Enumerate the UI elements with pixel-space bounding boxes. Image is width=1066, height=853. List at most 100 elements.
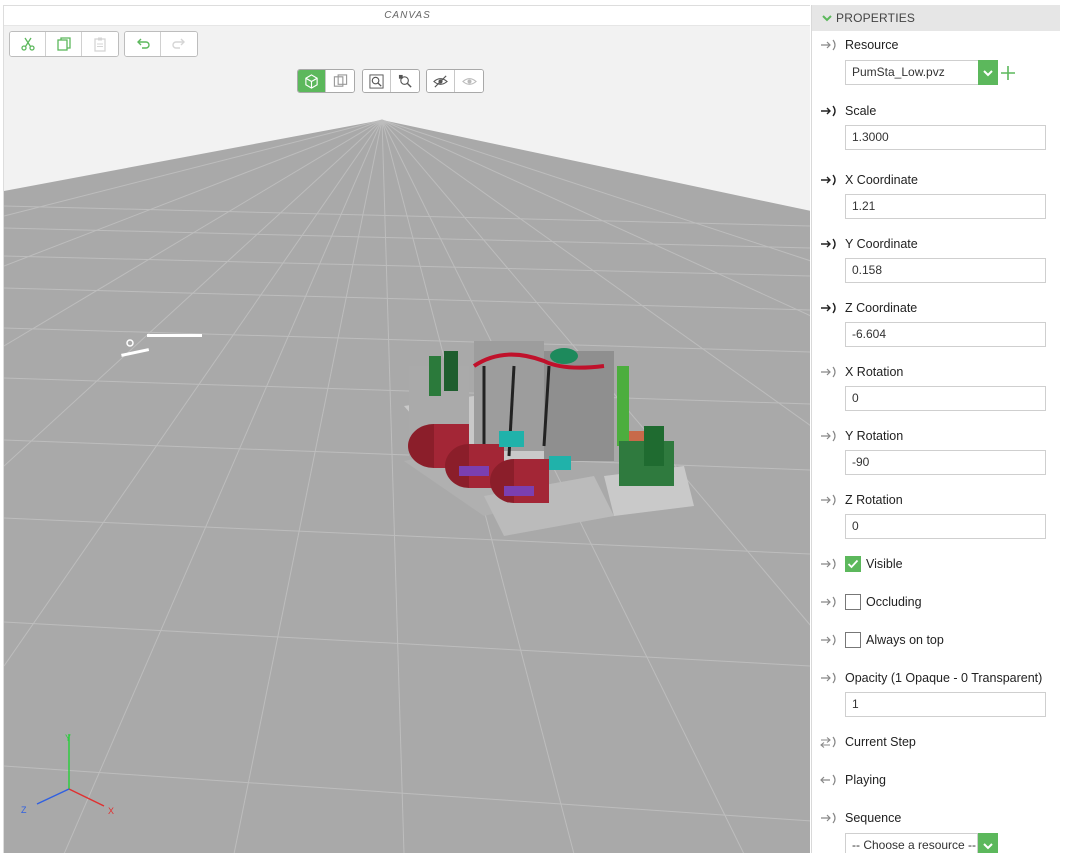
properties-title: PROPERTIES — [836, 11, 916, 25]
properties-panel: PROPERTIES Resource PumSta_Low.pvz Scale… — [811, 5, 1060, 853]
binding-arrow-icon[interactable] — [820, 237, 840, 251]
edit-toolbar — [4, 26, 810, 66]
two-way-binding-icon[interactable] — [820, 735, 840, 749]
x-coordinate-label-row: X Coordinate — [820, 172, 918, 188]
outgoing-binding-icon[interactable] — [820, 773, 840, 787]
resource-label: Resource — [845, 38, 899, 52]
show-icon — [461, 77, 477, 85]
zoom-fit-button[interactable] — [363, 70, 391, 92]
z-coordinate-input[interactable]: -6.604 — [845, 322, 1046, 347]
add-resource-icon[interactable] — [1000, 65, 1016, 81]
z-coordinate-label: Z Coordinate — [845, 301, 918, 315]
visibility-group — [426, 69, 484, 93]
axis-z-label: Z — [21, 805, 27, 815]
binding-arrow-icon[interactable] — [820, 301, 840, 315]
opacity-label: Opacity (1 Opaque - 0 Transparent) — [845, 671, 1043, 685]
show-button[interactable] — [455, 70, 483, 92]
zoom-selected-icon — [398, 74, 412, 88]
chevron-down-icon — [983, 69, 993, 76]
binding-arrow-icon[interactable] — [820, 557, 840, 571]
playing-label: Playing — [845, 773, 886, 787]
2d-view-icon — [333, 73, 347, 87]
z-rotation-input[interactable]: 0 — [845, 514, 1046, 539]
resource-select[interactable]: PumSta_Low.pvz — [845, 60, 998, 85]
canvas-panel: CANVAS Y X Z — [3, 5, 810, 853]
3d-view-button[interactable] — [298, 70, 326, 92]
scale-label: Scale — [845, 104, 877, 118]
binding-arrow-icon[interactable] — [820, 429, 840, 443]
occluding-label: Occluding — [866, 595, 922, 609]
y-coordinate-label: Y Coordinate — [845, 237, 918, 251]
view-mode-group — [297, 69, 355, 93]
sequence-label: Sequence — [845, 811, 902, 825]
canvas-title: CANVAS — [4, 6, 810, 26]
app-root: CANVAS Y X Z PROPERTIES Resource PumSta_… — [0, 0, 1066, 853]
sequence-dropdown-button[interactable] — [978, 833, 998, 853]
binding-arrow-icon[interactable] — [820, 595, 840, 609]
history-group — [124, 31, 198, 57]
axis-x-label: X — [108, 806, 115, 816]
opacity-input[interactable]: 1 — [845, 692, 1046, 717]
y-coordinate-label-row: Y Coordinate — [820, 236, 918, 252]
y-coordinate-input[interactable]: 0.158 — [845, 258, 1046, 283]
3d-viewport[interactable]: Y X Z — [4, 66, 810, 853]
chevron-down-icon — [822, 15, 832, 22]
opacity-label-row: Opacity (1 Opaque - 0 Transparent) — [820, 670, 1042, 686]
binding-arrow-icon[interactable] — [820, 104, 840, 118]
properties-header[interactable]: PROPERTIES — [812, 5, 1060, 31]
x-coordinate-label: X Coordinate — [845, 173, 918, 187]
visible-row: Visible — [820, 556, 903, 572]
scissors-icon — [20, 37, 35, 51]
always-on-top-row: Always on top — [820, 632, 944, 648]
paste-button[interactable] — [82, 32, 118, 56]
3d-view-icon — [305, 73, 318, 89]
visible-checkbox[interactable] — [845, 556, 861, 572]
resource-label-row: Resource — [820, 37, 899, 53]
x-rotation-label-row: X Rotation — [820, 364, 903, 380]
scale-input[interactable]: 1.3000 — [845, 125, 1046, 150]
clipboard-group — [9, 31, 119, 57]
redo-icon — [172, 38, 185, 49]
x-rotation-input[interactable]: 0 — [845, 386, 1046, 411]
undo-icon — [136, 38, 150, 49]
current-step-label: Current Step — [845, 735, 916, 749]
chevron-down-icon — [983, 842, 993, 849]
y-rotation-input[interactable]: -90 — [845, 450, 1046, 475]
current-step-row: Current Step — [820, 734, 916, 750]
2d-view-button[interactable] — [326, 70, 354, 92]
x-coordinate-input[interactable]: 1.21 — [845, 194, 1046, 219]
checkmark-icon — [847, 559, 859, 569]
occluding-row: Occluding — [820, 594, 922, 610]
zoom-selected-button[interactable] — [391, 70, 419, 92]
scene-graphic — [4, 119, 810, 853]
zoom-group — [362, 69, 420, 93]
axis-y-label: Y — [65, 733, 72, 743]
sequence-label-row: Sequence — [820, 810, 901, 826]
binding-arrow-icon[interactable] — [820, 633, 840, 647]
y-rotation-label: Y Rotation — [845, 429, 904, 443]
undo-button[interactable] — [125, 32, 161, 56]
always-on-top-checkbox[interactable] — [845, 632, 861, 648]
copy-button[interactable] — [46, 32, 82, 56]
sequence-select[interactable]: -- Choose a resource -- — [845, 833, 978, 853]
x-rotation-label: X Rotation — [845, 365, 904, 379]
z-coordinate-label-row: Z Coordinate — [820, 300, 917, 316]
binding-arrow-icon[interactable] — [820, 173, 840, 187]
hide-icon — [433, 74, 448, 88]
zoom-fit-icon — [369, 73, 384, 89]
paste-icon — [94, 37, 106, 52]
redo-button[interactable] — [161, 32, 197, 56]
binding-arrow-icon[interactable] — [820, 811, 840, 825]
binding-arrow-icon[interactable] — [820, 493, 840, 507]
y-rotation-label-row: Y Rotation — [820, 428, 903, 444]
binding-arrow-icon[interactable] — [820, 365, 840, 379]
occluding-checkbox[interactable] — [845, 594, 861, 610]
resource-dropdown-button[interactable] — [978, 60, 998, 85]
binding-arrow-icon[interactable] — [820, 38, 840, 52]
hide-button[interactable] — [427, 70, 455, 92]
binding-arrow-icon[interactable] — [820, 671, 840, 685]
z-rotation-label: Z Rotation — [845, 493, 903, 507]
playing-row: Playing — [820, 772, 886, 788]
cut-button[interactable] — [10, 32, 46, 56]
copy-icon — [56, 37, 71, 51]
